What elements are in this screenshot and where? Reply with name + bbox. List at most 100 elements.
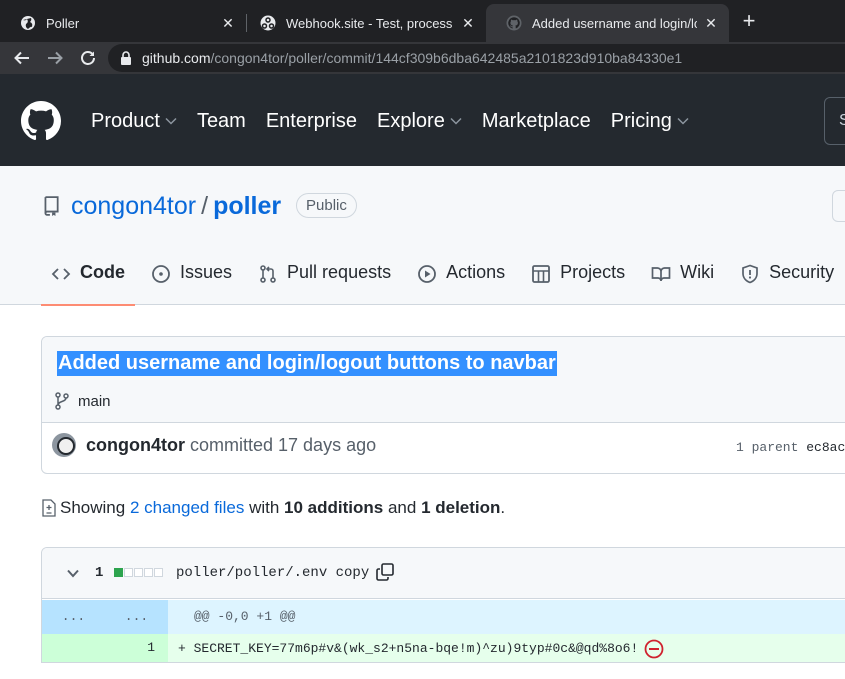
commit-title: Added username and login/logout buttons … [57, 351, 557, 376]
tab-projects[interactable]: Projects [521, 262, 635, 305]
nav-enterprise[interactable]: Enterprise [266, 110, 357, 133]
browser-toolbar: github.com/congon4tor/poller/commit/144c… [0, 42, 845, 74]
browser-tab-strip: Poller ✕ Webhook.site - Test, process an… [0, 0, 845, 42]
summary-and: and [387, 498, 417, 517]
search-input[interactable]: S [824, 97, 845, 145]
wiki-icon [651, 267, 671, 282]
arrow-right-icon [48, 51, 63, 65]
new-tab-button[interactable]: + [738, 10, 760, 32]
expand-hunk-button[interactable]: ... [42, 600, 105, 634]
tab-pull-requests[interactable]: Pull requests [248, 262, 401, 305]
nav-label: Explore [377, 109, 445, 132]
diffstat-block [114, 568, 123, 577]
repo-owner-link[interactable]: congon4tor [71, 192, 196, 220]
tab-label: Actions [446, 262, 506, 282]
changed-files-link[interactable]: 2 changed files [130, 498, 244, 518]
chevron-down-icon[interactable] [67, 569, 79, 578]
tab-label: Wiki [680, 262, 715, 282]
nav-label: Enterprise [265, 109, 357, 132]
nav-label: Product [91, 109, 160, 132]
url-host: github.com [142, 50, 211, 66]
nav-label: Pricing [610, 109, 672, 132]
nav-label: Team [196, 109, 246, 132]
tab-label: Issues [180, 262, 233, 282]
nav-marketplace[interactable]: Marketplace [482, 110, 591, 133]
back-button[interactable] [10, 46, 34, 70]
tab-issues[interactable]: Issues [141, 262, 242, 305]
parent-sha-link[interactable]: ec8ac [806, 440, 845, 455]
diffstat-block [124, 568, 133, 577]
author-link[interactable]: congon4tor [86, 435, 185, 456]
arrow-left-icon [14, 51, 29, 65]
no-newline-icon [644, 639, 664, 659]
browser-tab-webhook[interactable]: Webhook.site - Test, process and ✕ [240, 4, 486, 42]
new-line-number[interactable]: 1 [105, 634, 168, 662]
tab-security[interactable]: Security [730, 262, 844, 305]
nav-pricing[interactable]: Pricing [611, 110, 689, 133]
close-tab-icon[interactable]: ✕ [460, 15, 476, 31]
webhook-icon [260, 15, 276, 31]
parent-info: 1 parent ec8ac [736, 440, 845, 455]
chevron-down-icon [677, 117, 689, 125]
chevron-down-icon [165, 117, 177, 125]
diffstat-block [154, 568, 163, 577]
diffstat-block [134, 568, 143, 577]
repo-header: congon4tor / poller Public Code Issues Pul… [0, 166, 845, 306]
reload-icon [81, 51, 95, 65]
diffstat [114, 568, 164, 577]
nav-team[interactable]: Team [197, 110, 246, 133]
address-bar[interactable]: github.com/congon4tor/poller/commit/144c… [108, 44, 845, 72]
tab-label: Code [80, 262, 125, 282]
reload-button[interactable] [76, 46, 100, 70]
repo-name-link[interactable]: poller [213, 192, 281, 220]
close-tab-icon[interactable]: ✕ [703, 15, 719, 31]
lock-icon [121, 51, 131, 65]
old-line-number [42, 634, 105, 662]
change-count: 1 [95, 565, 104, 581]
tab-title: Webhook.site - Test, process and [286, 15, 454, 31]
github-header: Product Team Enterprise Explore Marketpl… [0, 74, 845, 166]
branch-indicator[interactable]: main [54, 392, 111, 410]
added-code: + SECRET_KEY=77m6p#v&(wk_s2+n5na-bqe!m)^… [178, 641, 639, 656]
actions-icon [418, 265, 436, 283]
primary-nav: Product Team Enterprise Explore Marketpl… [91, 109, 709, 133]
git-branch-icon [55, 392, 69, 410]
nav-product[interactable]: Product [91, 110, 177, 133]
issues-icon [152, 265, 170, 283]
nav-label: Marketplace [481, 109, 591, 132]
url-text: github.com/congon4tor/poller/commit/144c… [142, 50, 682, 66]
tab-title: Added username and login/logou [532, 15, 697, 31]
security-icon [742, 264, 759, 284]
repo-separator: / [201, 192, 209, 220]
browser-tab-commit[interactable]: Added username and login/logou ✕ [486, 4, 729, 42]
chevron-down-icon [450, 117, 462, 125]
browser-tab-poller[interactable]: Poller ✕ [0, 4, 246, 42]
search-placeholder: S [839, 112, 845, 129]
tab-wiki[interactable]: Wiki [641, 262, 724, 305]
tab-title: Poller [46, 15, 80, 31]
nav-explore[interactable]: Explore [377, 110, 462, 133]
code-icon [51, 268, 71, 280]
file-diff: 1 poller/poller/.env copy ... ... @@ -0,… [41, 547, 845, 663]
summary-prefix: Showing [60, 498, 126, 517]
forward-button[interactable] [43, 46, 67, 70]
copy-icon[interactable] [375, 562, 395, 582]
expand-hunk-button[interactable]: ... [105, 600, 168, 634]
github-logo-icon[interactable] [21, 101, 61, 141]
pull-request-icon [260, 265, 276, 283]
repo-title: congon4tor / poller [71, 192, 281, 221]
hunk-header-row: ... ... @@ -0,0 +1 @@ [42, 600, 845, 634]
avatar[interactable] [52, 433, 76, 457]
repo-tabs: Code Issues Pull requests Actions Projec… [41, 262, 845, 306]
commit-meta: congon4tor committed 17 days ago [52, 433, 376, 457]
additions-count: 10 additions [284, 498, 384, 517]
tab-label: Pull requests [287, 262, 392, 282]
file-header: 1 poller/poller/.env copy [42, 548, 845, 599]
close-tab-icon[interactable]: ✕ [220, 15, 236, 31]
tab-actions[interactable]: Actions [407, 262, 515, 305]
tab-code[interactable]: Code [41, 262, 135, 306]
file-path-link[interactable]: poller/poller/.env copy [176, 565, 369, 581]
repo-action-button[interactable] [832, 190, 845, 222]
deletions-count: 1 deletion [421, 498, 501, 517]
globe-icon [21, 16, 35, 30]
